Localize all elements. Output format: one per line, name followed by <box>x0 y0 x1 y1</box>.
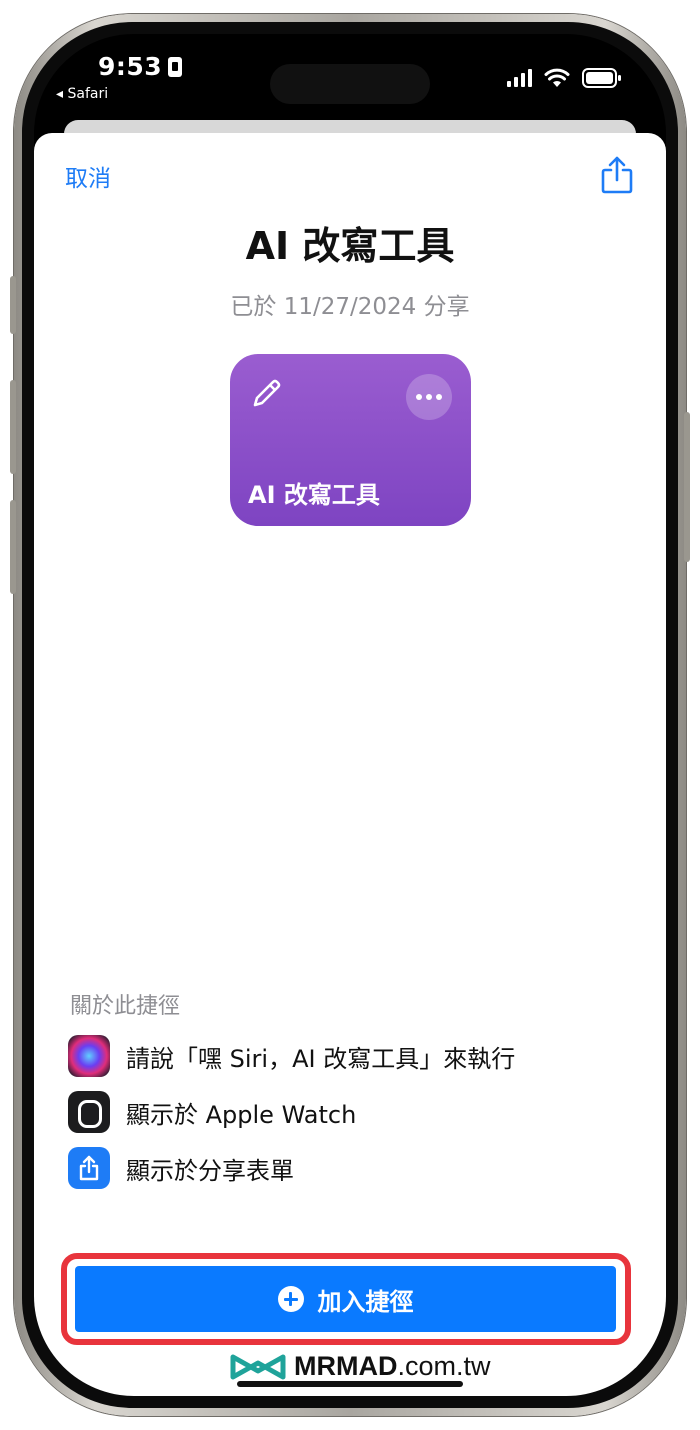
mrmad-watermark: MRMAD.com.tw <box>230 1351 491 1382</box>
about-item-label: 顯示於 Apple Watch <box>126 1100 357 1129</box>
tile-name: AI 改寫工具 <box>248 481 380 509</box>
shortcut-sheet: 取消 AI 改寫工具 已於 11/27/2024 分享 AI 改寫工具 關於此捷… <box>34 133 666 1396</box>
battery-icon <box>582 68 621 88</box>
share-icon[interactable] <box>600 155 634 195</box>
cellular-signal-icon <box>507 69 532 87</box>
shared-date: 已於 11/27/2024 分享 <box>230 294 470 320</box>
siri-icon <box>68 1035 110 1077</box>
plus-circle-icon <box>277 1286 304 1312</box>
watermark-brand: MRMAD <box>294 1351 398 1381</box>
dynamic-island <box>270 64 430 104</box>
shortcut-title: AI 改寫工具 <box>245 224 455 268</box>
about-item-label: 請說「嘿 Siri，AI 改寫工具」來執行 <box>126 1044 516 1073</box>
status-time-label: 9:53 <box>98 52 163 81</box>
watermark-text: MRMAD.com.tw <box>294 1351 491 1382</box>
phone-screen: 9:53 ◂ Safari 取消 AI 改寫工具 已於 11/27/2024 分… <box>34 34 666 1396</box>
share-glyph-icon <box>79 1155 99 1181</box>
back-to-app-link[interactable]: ◂ Safari <box>56 86 108 102</box>
about-heading: 關於此捷徑 <box>70 994 181 1019</box>
status-time: 9:53 <box>98 52 183 81</box>
home-indicator[interactable] <box>237 1381 463 1387</box>
watermark-domain: .com.tw <box>397 1351 491 1381</box>
add-shortcut-button[interactable]: 加入捷徑 <box>75 1266 616 1332</box>
power-button <box>684 412 690 562</box>
volume-up-button <box>10 380 16 474</box>
apple-watch-icon <box>68 1091 110 1133</box>
about-item-share-sheet: 顯示於分享表單 <box>68 1147 294 1189</box>
contact-badge-icon <box>168 57 183 77</box>
wifi-icon <box>544 68 570 87</box>
more-options-icon[interactable] <box>406 374 452 420</box>
volume-down-button <box>10 500 16 594</box>
action-button <box>10 276 16 334</box>
shortcut-tile[interactable]: AI 改寫工具 <box>230 354 471 526</box>
share-sheet-icon <box>68 1147 110 1189</box>
mrmad-logo-icon <box>230 1354 286 1379</box>
status-icons <box>507 68 622 88</box>
pencil-icon <box>253 379 281 407</box>
add-shortcut-label: 加入捷徑 <box>317 1287 414 1316</box>
about-item-siri: 請說「嘿 Siri，AI 改寫工具」來執行 <box>68 1035 515 1077</box>
about-item-apple-watch: 顯示於 Apple Watch <box>68 1091 356 1133</box>
cancel-button[interactable]: 取消 <box>65 159 111 193</box>
about-item-label: 顯示於分享表單 <box>126 1156 294 1185</box>
